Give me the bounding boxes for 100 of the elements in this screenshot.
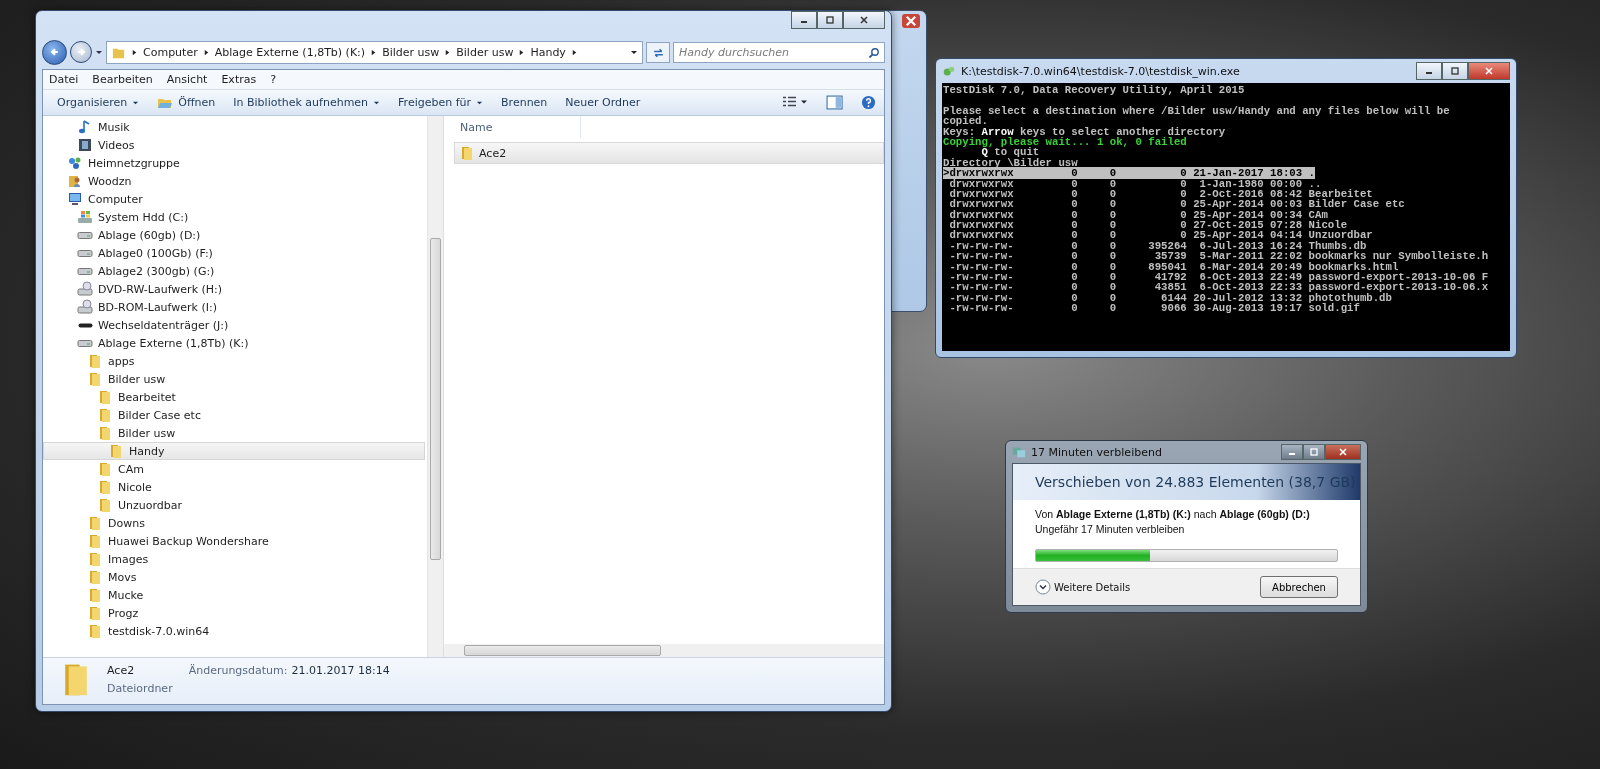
tree-item[interactable]: Ablage2 (300gb) (G:) [43, 262, 425, 280]
tree-item[interactable]: Computer [43, 190, 425, 208]
caret-icon [132, 99, 140, 106]
tree-item[interactable]: Handy [43, 442, 425, 460]
minimize-button[interactable] [791, 11, 817, 29]
menu-item[interactable]: Ansicht [166, 73, 208, 86]
forward-button[interactable] [70, 41, 92, 63]
tree-item[interactable]: Wechseldatenträger (J:) [43, 316, 425, 334]
tree-item[interactable]: Unzuordbar [43, 496, 425, 514]
directory-entry[interactable]: -rw-rw-rw- 0 0 6144 20-Jul-2012 13:32 photothumb.db [943, 291, 1392, 304]
date-value: 21.01.2017 18:14 [291, 663, 390, 677]
console-line: Keys: Arrow keys to select another directory [943, 125, 1226, 138]
close-button[interactable] [1468, 62, 1510, 80]
close-icon[interactable] [902, 14, 920, 28]
tree-item[interactable]: Bilder usw [43, 424, 425, 442]
preview-pane-icon[interactable] [825, 95, 843, 110]
optical-drive-icon [77, 299, 93, 315]
menu-item[interactable]: Datei [49, 73, 79, 86]
chevron-icon[interactable] [570, 48, 578, 56]
directory-entry[interactable]: drwxrwxrwx 0 0 0 2-Oct-2016 08:42 Bearbeitet [943, 187, 1373, 200]
directory-entry[interactable]: -rw-rw-rw- 0 0 35739 5-Mar-2011 22:02 bookmarks nur Symbolleiste.h [943, 250, 1489, 263]
minimize-button[interactable] [1281, 444, 1303, 460]
tree-item[interactable]: Downs [43, 514, 425, 532]
close-button[interactable] [1325, 444, 1361, 460]
toolbar-button[interactable]: Organisieren [51, 94, 146, 111]
chevron-icon[interactable] [370, 48, 378, 56]
details-toggle[interactable]: Weitere Details [1035, 579, 1131, 595]
tree-item[interactable]: Movs [43, 568, 425, 586]
toolbar-button[interactable]: Freigeben für [392, 94, 490, 111]
breadcrumb[interactable]: Bilder usw [456, 45, 514, 59]
directory-entry[interactable]: drwxrwxrwx 0 0 0 25-Apr-2014 00:03 Bilder Case etc [943, 198, 1405, 211]
refresh-button[interactable] [646, 41, 670, 63]
tree-item[interactable]: System Hdd (C:) [43, 208, 425, 226]
maximize-button[interactable] [1442, 62, 1468, 80]
minimize-button[interactable] [1416, 62, 1442, 80]
breadcrumb[interactable]: Computer [143, 45, 198, 59]
maximize-icon [1450, 66, 1460, 76]
directory-entry[interactable]: -rw-rw-rw- 0 0 395264 6-Jul-2013 16:24 Thumbs.db [943, 239, 1367, 252]
address-bar[interactable]: Computer Ablage Externe (1,8Tb) (K:) Bilder usw Bilder usw Handy [106, 40, 643, 64]
cancel-button[interactable]: Abbrechen [1260, 576, 1338, 598]
toolbar-button[interactable]: Brennen [495, 94, 554, 111]
chevron-icon[interactable] [131, 48, 138, 56]
tree-item[interactable]: BD-ROM-Laufwerk (I:) [43, 298, 425, 316]
tree-item[interactable]: Ablage Externe (1,8Tb) (K:) [43, 334, 425, 352]
tree-item[interactable]: Musik [43, 118, 425, 136]
column-header[interactable]: Name [454, 116, 581, 138]
directory-entry[interactable]: drwxrwxrwx 0 0 0 1-Jan-1980 00:00 .. [943, 177, 1322, 190]
file-item[interactable]: Ace2 [454, 142, 884, 164]
tree-item[interactable]: Images [43, 550, 425, 568]
directory-entry[interactable]: -rw-rw-rw- 0 0 43851 6-Oct-2013 22:33 password-export-2013-10-06.x [943, 281, 1489, 294]
scrollbar[interactable] [427, 116, 443, 657]
toolbar-button[interactable]: Neuer Ordner [559, 94, 647, 111]
tree-item[interactable]: Huawei Backup Wondershare [43, 532, 425, 550]
maximize-button[interactable] [1303, 444, 1325, 460]
help-icon[interactable] [861, 95, 876, 110]
back-button[interactable] [42, 39, 67, 65]
drive-icon [77, 267, 93, 275]
caret-icon[interactable] [630, 48, 638, 56]
close-button[interactable] [843, 11, 885, 29]
tree-item[interactable]: Videos [43, 136, 425, 154]
app-icon [942, 64, 956, 78]
caret-icon [373, 99, 381, 106]
scroll-thumb[interactable] [464, 645, 661, 656]
breadcrumb[interactable]: Handy [530, 45, 566, 59]
toolbar-button[interactable]: Öffnen [151, 92, 222, 113]
scroll-thumb[interactable] [430, 238, 441, 560]
scrollbar[interactable] [444, 644, 884, 657]
tree-item[interactable]: Ablage (60gb) (D:) [43, 226, 425, 244]
tree-item[interactable]: Mucke [43, 586, 425, 604]
search-field[interactable]: Handy durchsuchen [673, 41, 885, 63]
menu-item[interactable]: Bearbeiten [92, 73, 153, 86]
tree-item[interactable]: Bilder usw [43, 370, 425, 388]
tree-item[interactable]: Woodzn [43, 172, 425, 190]
directory-entry[interactable]: drwxrwxrwx 0 0 0 25-Apr-2014 04:14 Unzuordbar [943, 229, 1373, 242]
tree-item[interactable]: Bearbeitet [43, 388, 425, 406]
chevron-icon[interactable] [202, 48, 210, 56]
tree-item[interactable]: Progz [43, 604, 425, 622]
tree-item[interactable]: Nicole [43, 478, 425, 496]
caret-icon[interactable] [95, 48, 103, 56]
tree-item[interactable]: Ablage0 (100Gb) (F:) [43, 244, 425, 262]
directory-entry[interactable]: >drwxrwxrwx 0 0 0 21-Jan-2017 18:03 . [943, 167, 1315, 180]
tree-item[interactable]: Heimnetzgruppe [43, 154, 425, 172]
tree-item[interactable]: DVD-RW-Laufwerk (H:) [43, 280, 425, 298]
chevron-icon[interactable] [518, 48, 526, 56]
directory-entry[interactable]: drwxrwxrwx 0 0 0 25-Apr-2014 00:34 CAm [943, 208, 1328, 221]
tree-item[interactable]: Bilder Case etc [43, 406, 425, 424]
menu-item[interactable]: Extras [221, 73, 257, 86]
tree-item[interactable]: testdisk-7.0.win64 [43, 622, 425, 640]
tree-item[interactable]: apps [43, 352, 425, 370]
time-remaining: Ungefähr 17 Minuten verbleiben [1035, 523, 1185, 536]
menu-item[interactable]: ? [270, 73, 277, 86]
folder-icon [87, 587, 103, 603]
directory-entry[interactable]: -rw-rw-rw- 0 0 895041 6-Mar-2014 20:49 bookmarks.html [943, 260, 1399, 273]
tree-item[interactable]: CAm [43, 460, 425, 478]
maximize-button[interactable] [817, 11, 843, 29]
chevron-icon[interactable] [444, 48, 452, 56]
toolbar-button[interactable]: In Bibliothek aufnehmen [227, 94, 387, 111]
breadcrumb[interactable]: Bilder usw [382, 45, 440, 59]
breadcrumb[interactable]: Ablage Externe (1,8Tb) (K:) [214, 45, 366, 59]
directory-entry[interactable]: -rw-rw-rw- 0 0 9066 30-Aug-2013 19:17 sold.gif [943, 302, 1360, 315]
